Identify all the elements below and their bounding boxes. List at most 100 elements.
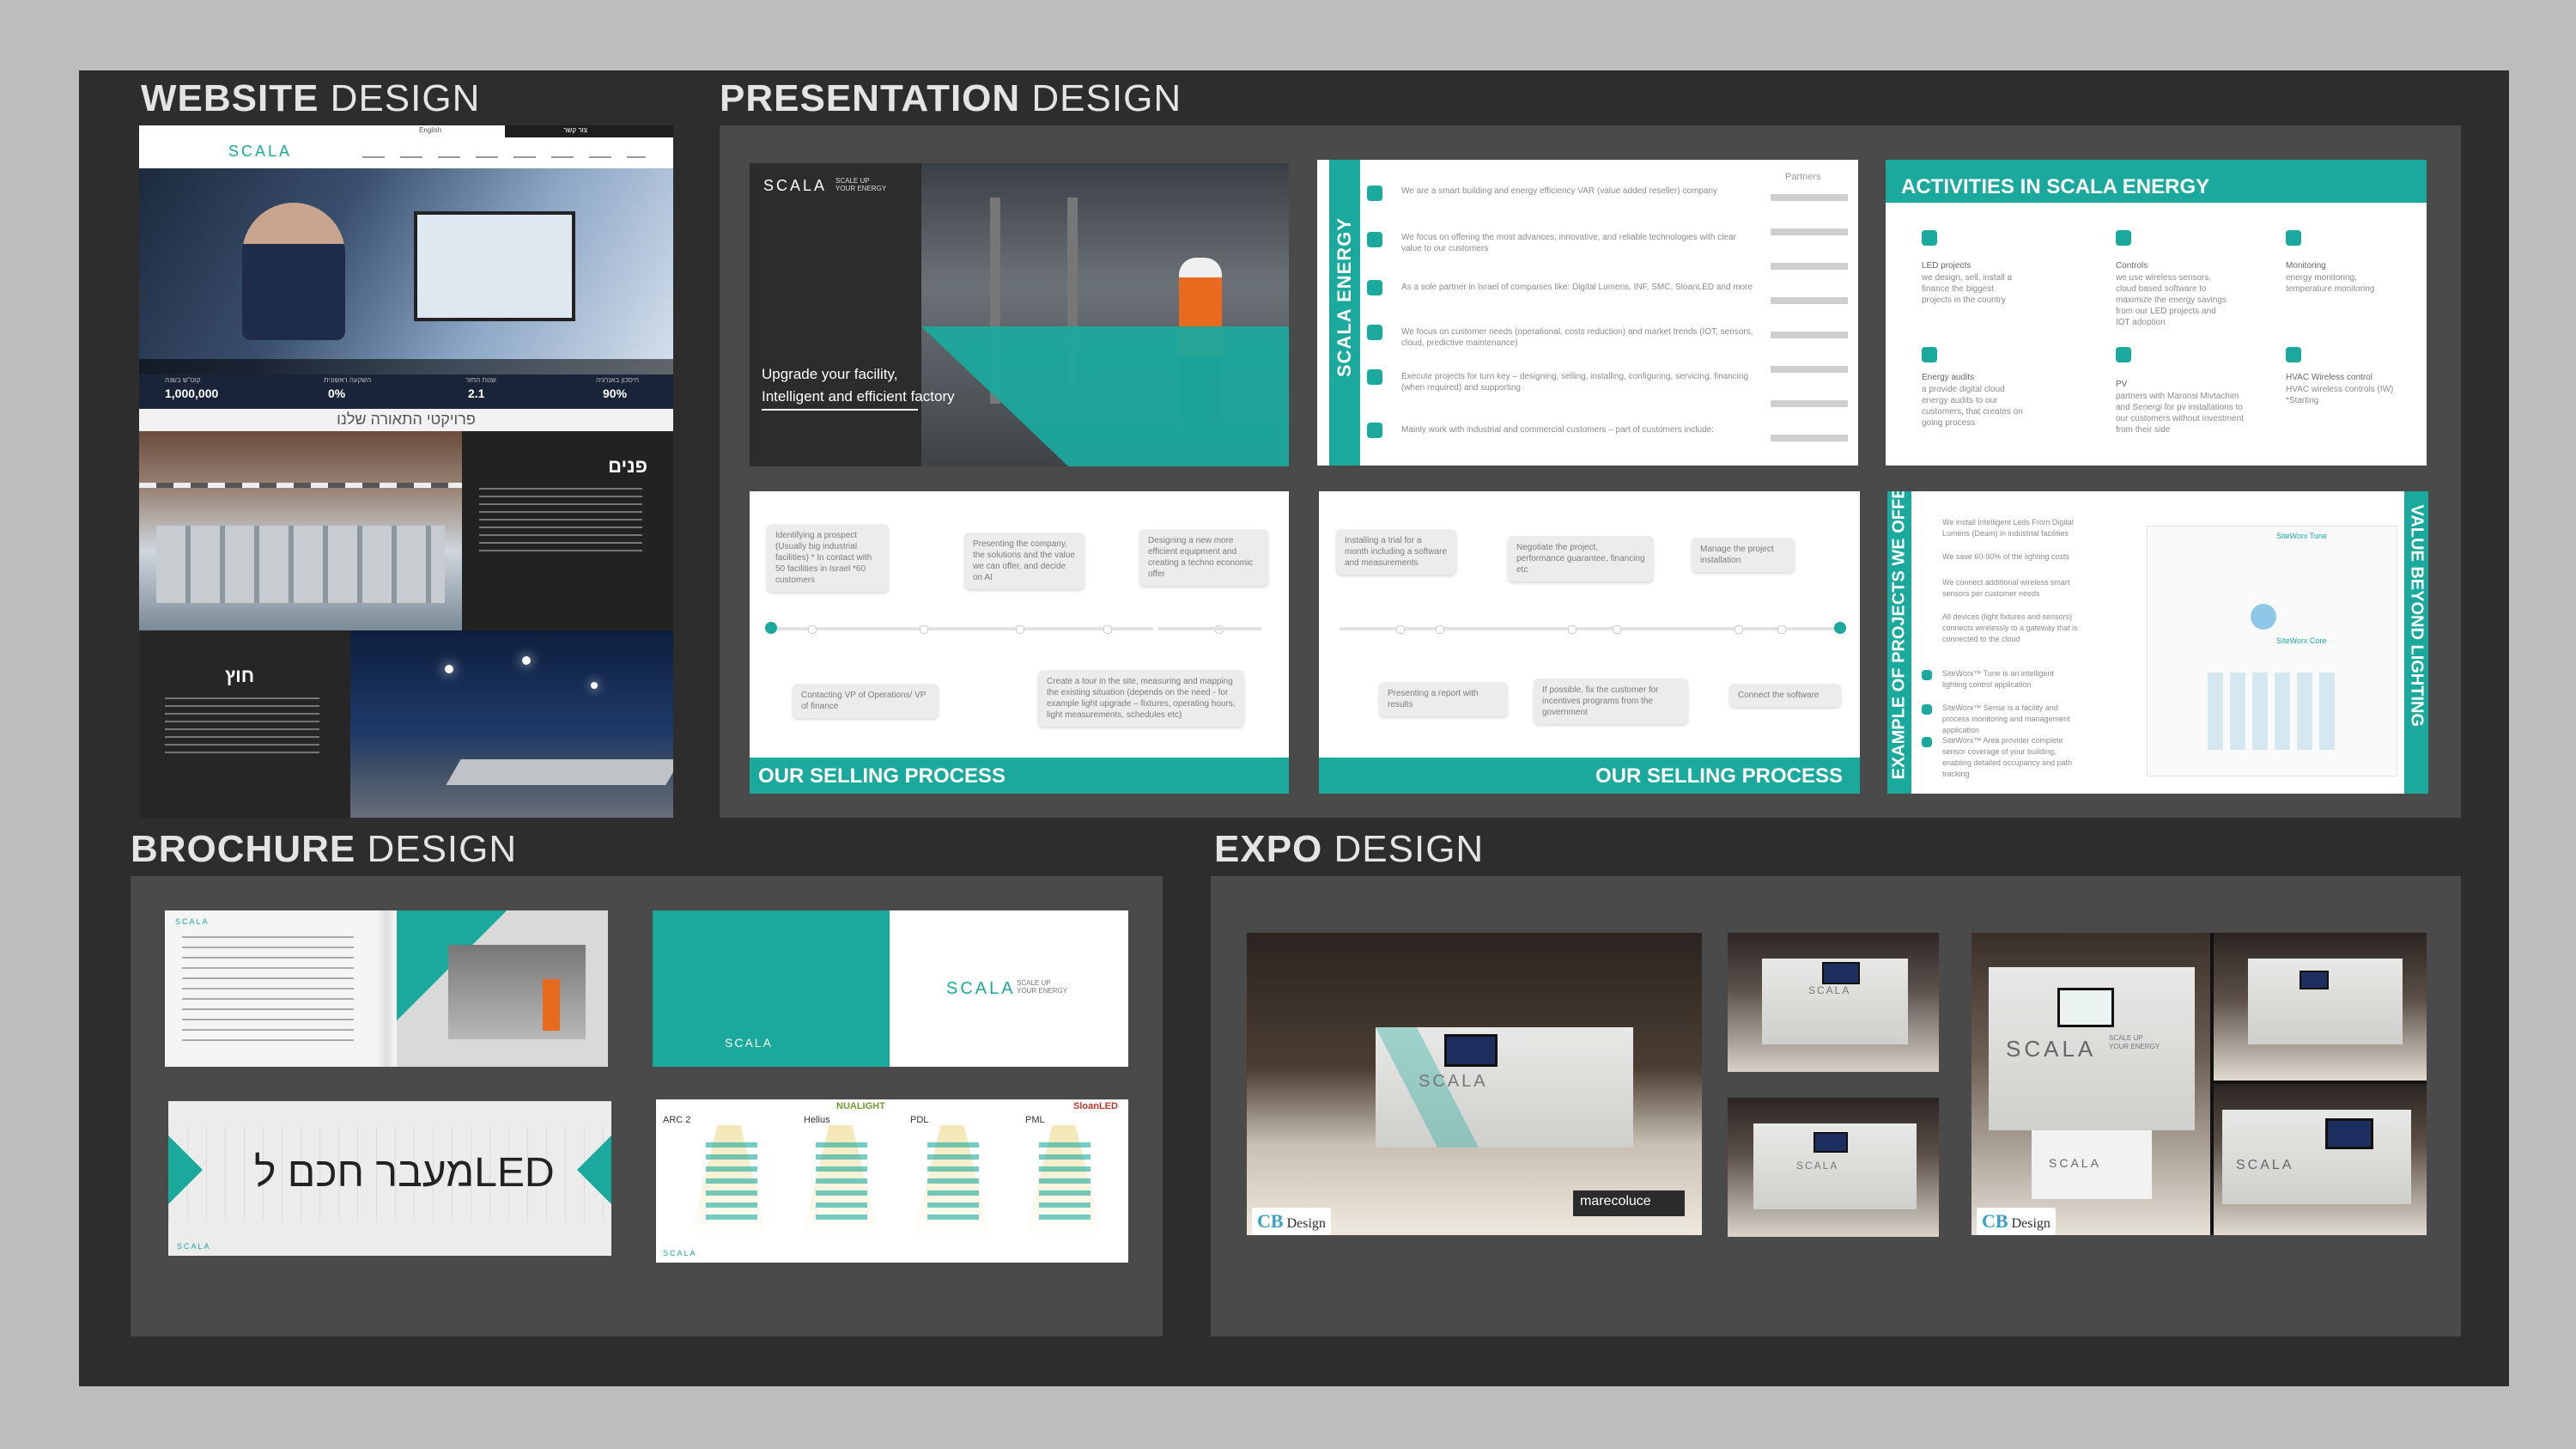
controls-icon	[2116, 230, 2131, 246]
process-step: If possible, fix the customer for incent…	[1534, 679, 1688, 724]
presentation-cover-slide: SCALA SCALE UP YOUR ENERGY Upgrade your …	[750, 163, 1289, 466]
partner-logos	[1771, 194, 1848, 452]
timeline-dot	[1568, 625, 1577, 634]
activity-title: LED projects	[1922, 261, 1971, 271]
inside-heading: פנים	[608, 455, 647, 477]
product-name: Helius	[804, 1115, 830, 1125]
expo-photo-3: SCALA	[1728, 1098, 1939, 1237]
title-light: DESIGN	[319, 77, 481, 119]
pin-icon	[1922, 670, 1932, 680]
title-bold: EXPO	[1214, 828, 1323, 870]
timeline-line	[1340, 627, 1846, 630]
worker-figure	[543, 979, 560, 1031]
bullet-icon	[1367, 369, 1382, 385]
stat-value: 1,000,000	[165, 387, 219, 400]
led-icon	[1922, 230, 1937, 246]
timeline-dot	[808, 625, 817, 634]
hero-overlay	[139, 359, 673, 374]
booth-wall	[2222, 1110, 2411, 1204]
pv-icon	[2116, 347, 2131, 362]
process-step: Presenting the company, the solutions an…	[964, 533, 1084, 589]
timeline-line	[770, 627, 1153, 630]
front-cover-tagline: SCALE UP YOUR ENERGY	[1017, 979, 1068, 995]
example-bullet: We install Intelligent Leds From Digital…	[1942, 518, 2074, 538]
stat-label: שנות החזר	[465, 376, 496, 384]
brochure-logo: SCALA	[175, 917, 210, 926]
title-bold: PRESENTATION	[720, 77, 1021, 119]
brand-logo: SloanLED	[1073, 1101, 1118, 1111]
examples-slide: EXAMPLE OF PROJECTS WE OFFER VALUE BEYON…	[1887, 491, 2428, 794]
person-at-desk	[242, 203, 345, 340]
cb-mark: CB	[1982, 1210, 2008, 1232]
activities-slide: ACTIVITIES IN SCALA ENERGY LED projects …	[1886, 160, 2427, 466]
feature-list	[816, 1142, 867, 1220]
process-step: Presenting a report with results	[1379, 682, 1508, 716]
diagram-label: SiteWorx Tune	[2276, 532, 2327, 540]
process-step: Create a tour in the site, measuring and…	[1038, 670, 1244, 727]
product-name: PDL	[910, 1115, 929, 1125]
process-step: Negotiate the project, performance guara…	[1508, 536, 1654, 581]
title-bold: BROCHURE	[131, 828, 356, 870]
expo-photo-2: SCALA	[1728, 933, 1939, 1072]
examples-right-title: VALUE BEYOND LIGHTING	[2407, 504, 2427, 728]
bullet-icon	[1367, 186, 1382, 201]
feature-list	[706, 1142, 757, 1220]
timeline-dot	[920, 625, 928, 634]
example-bullet: SiteWorx™ Tune is an intelligent lightin…	[1942, 669, 2054, 689]
timeline-dot	[1613, 625, 1621, 634]
stat-value: 90%	[603, 387, 628, 400]
cover-line2: Intelligent and efficient factory	[762, 388, 955, 405]
process-step: Installing a trial for a month including…	[1336, 529, 1456, 575]
bullet-text: Mainly work with industrial and commerci…	[1401, 425, 1715, 435]
website-logo[interactable]: SCALA	[228, 143, 292, 161]
brochure-led-spread: מעבר חכם לLED SCALA	[168, 1101, 611, 1256]
title-light: DESIGN	[1322, 828, 1485, 870]
inside-project-photo	[139, 431, 462, 630]
example-bullet: We save 60-90% of the lighting costs	[1942, 552, 2069, 561]
cover-line1: Upgrade your facility,	[762, 366, 898, 382]
outside-project-photo	[350, 630, 673, 818]
activity-desc: we design, sell, install a finance the b…	[1922, 273, 2013, 305]
scala-energy-slide: SCALA ENERGY We are a smart building and…	[1317, 160, 1858, 466]
activity-desc: HVAC wireless controls (IW) *Starting	[2286, 385, 2394, 405]
timeline-dot	[1016, 625, 1024, 634]
brochure-hebrew-title: מעבר חכם לLED	[254, 1150, 555, 1196]
website-topbar: English צור קשר	[139, 125, 673, 137]
bullet-text: We focus on offering the most advances, …	[1401, 233, 1736, 253]
bullet-text: Execute projects for turn key – designin…	[1401, 372, 1749, 393]
booth-screen	[1444, 1034, 1498, 1067]
street-lamp	[591, 682, 598, 689]
road	[446, 759, 673, 785]
activities-title: ACTIVITIES IN SCALA ENERGY	[1901, 175, 2210, 198]
example-bullet: SiteWorx™ Sense is a facility and proces…	[1942, 703, 2070, 734]
counter-logo: SCALA	[2049, 1156, 2101, 1170]
stat-label: השקעה ראשונית	[324, 376, 372, 384]
cover-tagline: SCALE UP YOUR ENERGY	[835, 177, 887, 192]
activity-desc: partners with Maronsi Mivtachim and Sene…	[2116, 392, 2244, 435]
website-nav-menu[interactable]	[362, 156, 646, 158]
bullet-text: We focus on customer needs (operational,…	[1401, 327, 1753, 348]
outside-text-panel: חוץ	[139, 630, 350, 818]
website-nav-dark	[505, 125, 673, 137]
contact-button[interactable]: צור קשר	[563, 126, 587, 134]
expo-photo-4b	[2214, 933, 2427, 1081]
pin-icon	[1922, 737, 1932, 747]
cb-design-logo: CB Design	[1977, 1208, 2056, 1235]
bullet-icon	[1367, 232, 1382, 247]
brochure-photo	[448, 945, 586, 1039]
activity-desc: a provide digital cloud energy audits to…	[1922, 385, 2023, 428]
pin-icon	[1922, 704, 1932, 715]
expo-collage: SCALA SCALE UP YOUR ENERGY SCALA CB Desi…	[1971, 933, 2427, 1235]
cloud-icon	[2251, 604, 2276, 630]
feature-list	[1039, 1142, 1091, 1220]
booth-screen	[2300, 971, 2329, 989]
expo-photo-4a: SCALA SCALE UP YOUR ENERGY SCALA CB Desi…	[1971, 933, 2210, 1235]
audit-icon	[1922, 347, 1937, 362]
website-mockup: English צור קשר SCALA קוט"ש בשנה 1,000,0…	[139, 125, 673, 818]
street-lamp	[522, 656, 531, 665]
timeline-dot	[1103, 625, 1112, 634]
selling-process-slide-1: Identifying a prospect (Usually big indu…	[750, 491, 1289, 794]
activity-title: Energy audits	[1922, 373, 1975, 382]
english-button[interactable]: English	[419, 126, 441, 134]
booth-logo: SCALA	[2006, 1036, 2097, 1062]
